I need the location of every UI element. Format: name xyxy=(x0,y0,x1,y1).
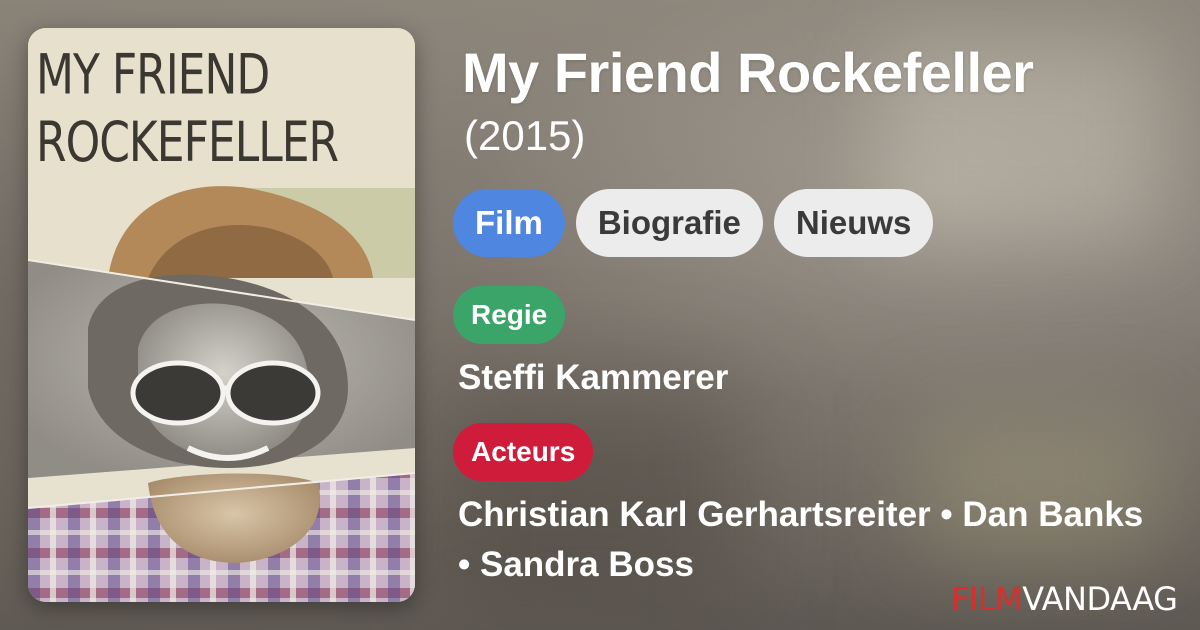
movie-poster[interactable]: MY FRIEND ROCKEFELLER xyxy=(28,28,415,602)
acteurs-badge: Acteurs xyxy=(453,423,594,481)
site-logo[interactable]: FILMVANDAAG xyxy=(951,580,1178,618)
movie-year: (2015) xyxy=(464,112,586,159)
logo-vandaag-text: VANDAAG xyxy=(1022,580,1178,618)
tab-biografie[interactable]: Biografie xyxy=(575,189,763,257)
tab-bar: Film Biografie Nieuws xyxy=(453,189,934,257)
logo-film-text: FILM xyxy=(951,580,1023,618)
director-names[interactable]: Steffi Kammerer xyxy=(458,353,728,403)
actor-names[interactable]: Christian Karl Gerhartsreiter • Dan Bank… xyxy=(458,490,1158,590)
tab-nieuws[interactable]: Nieuws xyxy=(773,189,934,257)
regie-badge: Regie xyxy=(453,286,566,344)
movie-title: My Friend Rockefeller xyxy=(462,41,1034,104)
tab-film[interactable]: Film xyxy=(453,189,565,257)
poster-title: MY FRIEND ROCKEFELLER xyxy=(36,43,339,175)
